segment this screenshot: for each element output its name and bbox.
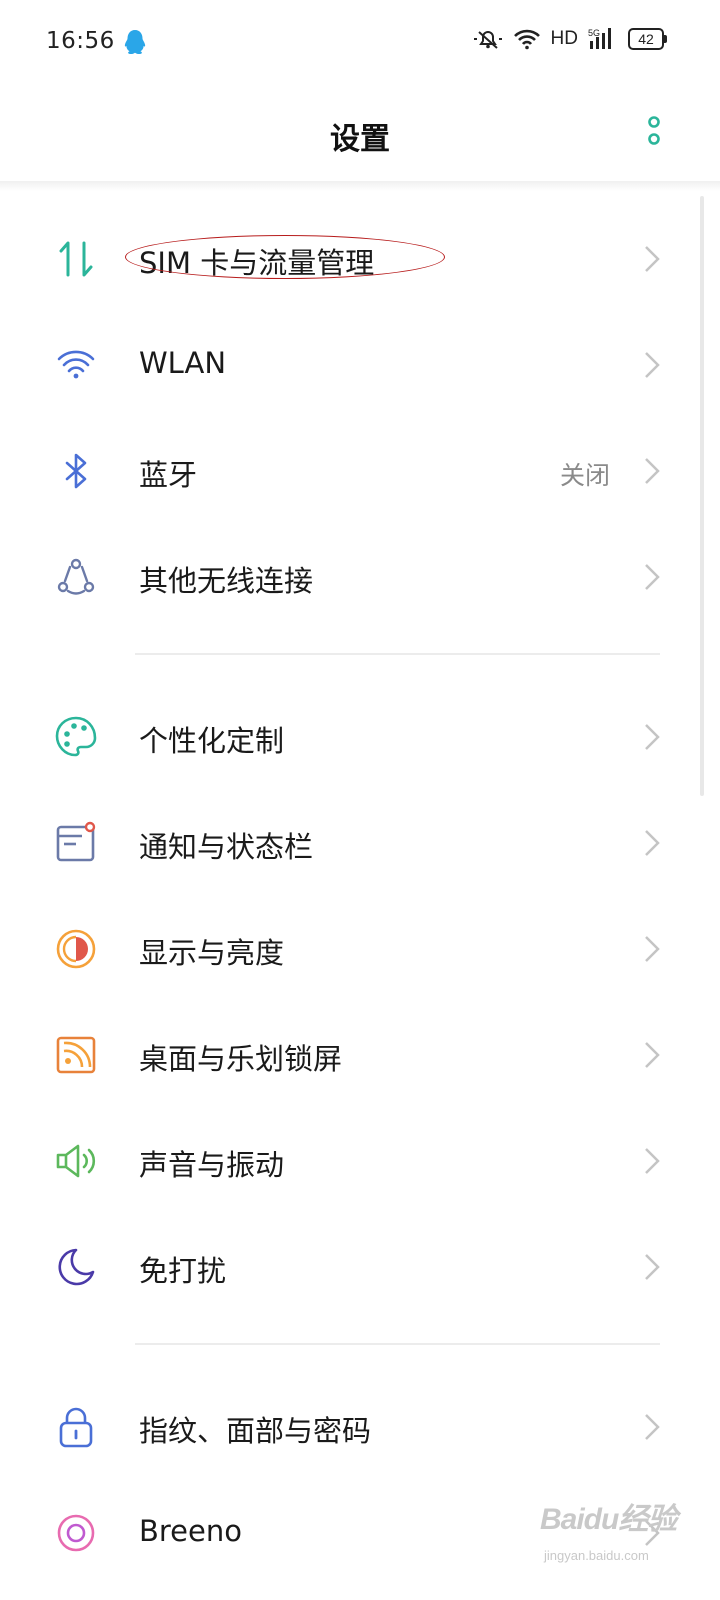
- setting-label: 其他无线连接: [139, 564, 314, 598]
- setting-home-lockscreen[interactable]: 桌面与乐划锁屏: [0, 1000, 720, 1106]
- setting-personalization[interactable]: 个性化定制: [0, 682, 720, 788]
- setting-sound[interactable]: 声音与振动: [0, 1106, 720, 1212]
- setting-label: 通知与状态栏: [139, 830, 314, 864]
- setting-security[interactable]: 指纹、面部与密码: [0, 1372, 720, 1478]
- chevron-right-icon: [645, 936, 660, 962]
- title-bar: 设置: [0, 86, 720, 182]
- mute-bell-icon: [473, 31, 502, 49]
- watermark-logo: Baidu经验: [540, 1503, 677, 1536]
- cell-signal-icon: 5G: [588, 28, 611, 49]
- battery-level: 42: [638, 31, 654, 47]
- header-shadow: [0, 181, 720, 191]
- chevron-right-icon: [645, 564, 660, 590]
- setting-label: 声音与振动: [139, 1148, 285, 1182]
- annotation-ellipse: [125, 235, 445, 279]
- bluetooth-status: 关闭: [559, 461, 610, 490]
- setting-label: 显示与亮度: [139, 936, 285, 970]
- setting-label: 指纹、面部与密码: [139, 1414, 372, 1448]
- palette-icon: [55, 716, 97, 757]
- chevron-right-icon: [645, 830, 660, 856]
- wifi-icon: [57, 350, 95, 379]
- chevron-right-icon: [645, 458, 660, 484]
- speaker-icon: [56, 1144, 96, 1178]
- setting-notifications[interactable]: 通知与状态栏: [0, 788, 720, 894]
- setting-label: WLAN: [139, 346, 227, 380]
- setting-label: 个性化定制: [139, 724, 285, 758]
- wifi-status-icon: [513, 29, 540, 50]
- notification-icon: [56, 821, 96, 862]
- setting-label: 免打扰: [139, 1254, 227, 1288]
- moon-icon: [58, 1248, 95, 1286]
- data-transfer-icon: [59, 241, 93, 277]
- chevron-right-icon: [645, 1254, 660, 1280]
- chevron-right-icon: [645, 352, 660, 378]
- section-divider: [135, 653, 660, 655]
- setting-other-wireless[interactable]: 其他无线连接: [0, 522, 720, 628]
- status-icons: HD 5G 42: [473, 27, 667, 51]
- setting-bluetooth[interactable]: 蓝牙 关闭: [0, 416, 720, 522]
- network-type: HD: [550, 28, 578, 49]
- brightness-icon: [56, 929, 96, 969]
- chevron-right-icon: [645, 1148, 660, 1174]
- wireless-connection-icon: [57, 558, 95, 595]
- setting-display[interactable]: 显示与亮度: [0, 894, 720, 1000]
- lock-icon: [59, 1407, 93, 1448]
- wallpaper-icon: [56, 1036, 96, 1074]
- watermark-url: jingyan.baidu.com: [544, 1548, 649, 1563]
- status-time: 16:56: [46, 28, 115, 54]
- bluetooth-icon: [65, 453, 87, 489]
- setting-label: Breeno: [139, 1514, 242, 1548]
- more-options-button[interactable]: [646, 113, 662, 149]
- chevron-right-icon: [645, 246, 660, 272]
- chevron-right-icon: [645, 724, 660, 750]
- battery-indicator: 42: [628, 28, 667, 50]
- chevron-right-icon: [645, 1414, 660, 1440]
- signal-tag: 5G: [588, 28, 600, 38]
- breeno-icon: [57, 1514, 95, 1552]
- setting-do-not-disturb[interactable]: 免打扰: [0, 1212, 720, 1318]
- qq-icon: [124, 30, 146, 54]
- section-divider: [135, 1343, 660, 1345]
- setting-label: 蓝牙: [139, 458, 198, 492]
- setting-wlan[interactable]: WLAN: [0, 310, 720, 416]
- baidu-watermark: Baidu经验 jingyan.baidu.com: [540, 1494, 710, 1578]
- chevron-right-icon: [645, 1042, 660, 1068]
- setting-label: 桌面与乐划锁屏: [139, 1042, 343, 1076]
- status-bar: 16:56 HD 5G 42: [0, 0, 720, 86]
- page-title: 设置: [330, 122, 390, 157]
